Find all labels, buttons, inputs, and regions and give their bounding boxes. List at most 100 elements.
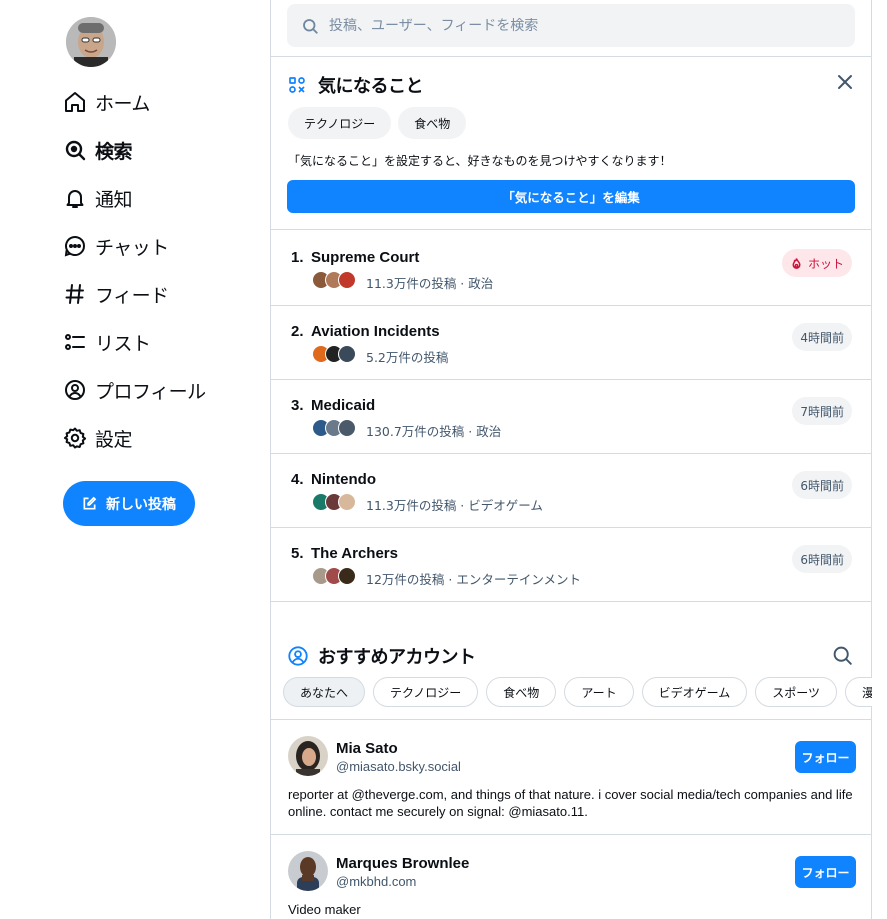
time-badge: 6時間前 <box>792 545 852 573</box>
trend-name: Nintendo <box>311 471 376 488</box>
bell-icon <box>66 190 84 208</box>
trend-rank: 2. <box>291 323 304 340</box>
account-card[interactable]: Marques Brownlee @mkbhd.com フォロー Video m… <box>271 835 872 919</box>
flame-icon <box>792 257 801 269</box>
account-handle: @miasato.bsky.social <box>336 759 461 774</box>
suggested-header: おすすめアカウント <box>287 643 476 669</box>
avatar[interactable] <box>288 736 328 776</box>
suggested-tabs: あなたへ テクノロジー 食べ物 アート ビデオゲーム スポーツ 漫画 <box>283 677 872 707</box>
close-icon[interactable] <box>836 73 854 91</box>
avatar <box>338 419 356 437</box>
tab-video-games[interactable]: ビデオゲーム <box>641 677 748 707</box>
my-avatar[interactable] <box>66 17 116 67</box>
nav-feeds-label: フィード <box>95 284 169 307</box>
nav-home-label: ホーム <box>95 92 150 115</box>
nav-settings-label: 設定 <box>95 428 133 451</box>
trend-name: Aviation Incidents <box>311 323 440 340</box>
compose-icon <box>83 496 97 510</box>
nav-lists-label: リスト <box>95 332 151 355</box>
interests-hint: 「気になること」を設定すると、好きなものを見つけやすくなります！ <box>288 154 672 168</box>
gear-icon <box>63 427 87 449</box>
trend-avatars <box>312 345 356 363</box>
nav-search[interactable]: 検索 <box>63 126 206 174</box>
tab-food[interactable]: 食べ物 <box>486 677 557 707</box>
left-nav: ホーム 検索 通知 チャット フィード リスト プロフィール 設定 新しい投稿 <box>0 0 270 919</box>
avatar <box>338 567 356 585</box>
chat-icon <box>64 236 86 257</box>
tab-for-you[interactable]: あなたへ <box>283 677 366 707</box>
tab-art[interactable]: アート <box>564 677 634 707</box>
tab-manga[interactable]: 漫画 <box>845 677 872 707</box>
trend-meta: 12万件の投稿 · エンターテインメント <box>366 572 581 587</box>
search-input[interactable] <box>329 17 829 34</box>
nav-chat[interactable]: チャット <box>63 222 206 270</box>
nav-notifications-label: 通知 <box>95 188 133 211</box>
interests-icon <box>289 77 305 93</box>
trend-avatars <box>312 493 356 511</box>
account-name: Mia Sato <box>336 740 398 757</box>
divider <box>271 601 872 602</box>
interest-chips: テクノロジー 食べ物 <box>288 107 467 139</box>
account-name: Marques Brownlee <box>336 855 470 872</box>
search-bar[interactable] <box>287 4 855 47</box>
avatar[interactable] <box>288 851 328 891</box>
main-column: 気になること テクノロジー 食べ物 「気になること」を設定すると、好きなものを見… <box>270 0 872 919</box>
avatar <box>338 271 356 289</box>
avatar <box>338 493 356 511</box>
account-card[interactable]: Mia Sato @miasato.bsky.social フォロー repor… <box>271 720 872 834</box>
interest-chip[interactable]: 食べ物 <box>398 107 467 139</box>
nav-feeds[interactable]: フィード <box>63 270 206 318</box>
nav-search-label: 検索 <box>95 140 133 163</box>
trending-item[interactable]: 1. Supreme Court 11.3万件の投稿 · 政治 ホット <box>271 231 872 305</box>
trend-name: The Archers <box>311 545 398 562</box>
follow-button[interactable]: フォロー <box>795 741 856 773</box>
nav-profile-label: プロフィール <box>95 380 206 403</box>
search-icon <box>303 18 318 34</box>
interests-title: 気になること <box>318 76 424 97</box>
search-icon[interactable] <box>832 645 853 666</box>
nav-profile[interactable]: プロフィール <box>63 366 206 414</box>
new-post-label: 新しい投稿 <box>106 496 176 513</box>
nav-settings[interactable]: 設定 <box>63 414 206 462</box>
time-badge: 6時間前 <box>792 471 852 499</box>
home-icon <box>65 92 85 112</box>
nav-home[interactable]: ホーム <box>63 78 206 126</box>
trend-meta: 11.3万件の投稿 · ビデオゲーム <box>366 498 543 513</box>
new-post-button[interactable]: 新しい投稿 <box>63 481 195 526</box>
avatar <box>338 345 356 363</box>
nav-notifications[interactable]: 通知 <box>63 174 206 222</box>
trend-name: Supreme Court <box>311 249 420 266</box>
trend-meta: 5.2万件の投稿 <box>366 350 449 365</box>
divider <box>271 229 872 230</box>
profile-icon <box>65 380 85 400</box>
trending-item[interactable]: 2. Aviation Incidents 5.2万件の投稿 4時間前 <box>271 305 872 379</box>
nav-chat-label: チャット <box>95 236 169 259</box>
tab-sports[interactable]: スポーツ <box>755 677 837 707</box>
trend-meta: 130.7万件の投稿 · 政治 <box>366 424 502 439</box>
list-icon <box>65 334 85 350</box>
trend-avatars <box>312 419 356 437</box>
trend-meta: 11.3万件の投稿 · 政治 <box>366 276 494 291</box>
trending-item[interactable]: 3. Medicaid 130.7万件の投稿 · 政治 7時間前 <box>271 379 872 453</box>
time-badge: 4時間前 <box>792 323 852 351</box>
trending-item[interactable]: 5. The Archers 12万件の投稿 · エンターテインメント 6時間前 <box>271 527 872 601</box>
profile-icon <box>288 646 308 666</box>
divider <box>271 56 872 57</box>
trend-rank: 5. <box>291 545 304 562</box>
edit-interests-button[interactable]: 「気になること」を編集 <box>287 180 855 213</box>
interest-chip[interactable]: テクノロジー <box>288 107 392 139</box>
nav-lists[interactable]: リスト <box>63 318 206 366</box>
time-badge: 7時間前 <box>792 397 852 425</box>
follow-button[interactable]: フォロー <box>795 856 856 888</box>
trending-item[interactable]: 4. Nintendo 11.3万件の投稿 · ビデオゲーム 6時間前 <box>271 453 872 527</box>
badge-label: ホット <box>807 256 844 271</box>
trend-rank: 3. <box>291 397 304 414</box>
trend-rank: 1. <box>291 249 304 266</box>
tab-technology[interactable]: テクノロジー <box>373 677 479 707</box>
hashtag-icon <box>65 284 84 304</box>
interests-header: 気になること <box>288 72 424 98</box>
trend-avatars <box>312 271 356 289</box>
trend-name: Medicaid <box>311 397 376 414</box>
trend-avatars <box>312 567 356 585</box>
hot-badge: ホット <box>781 249 852 277</box>
